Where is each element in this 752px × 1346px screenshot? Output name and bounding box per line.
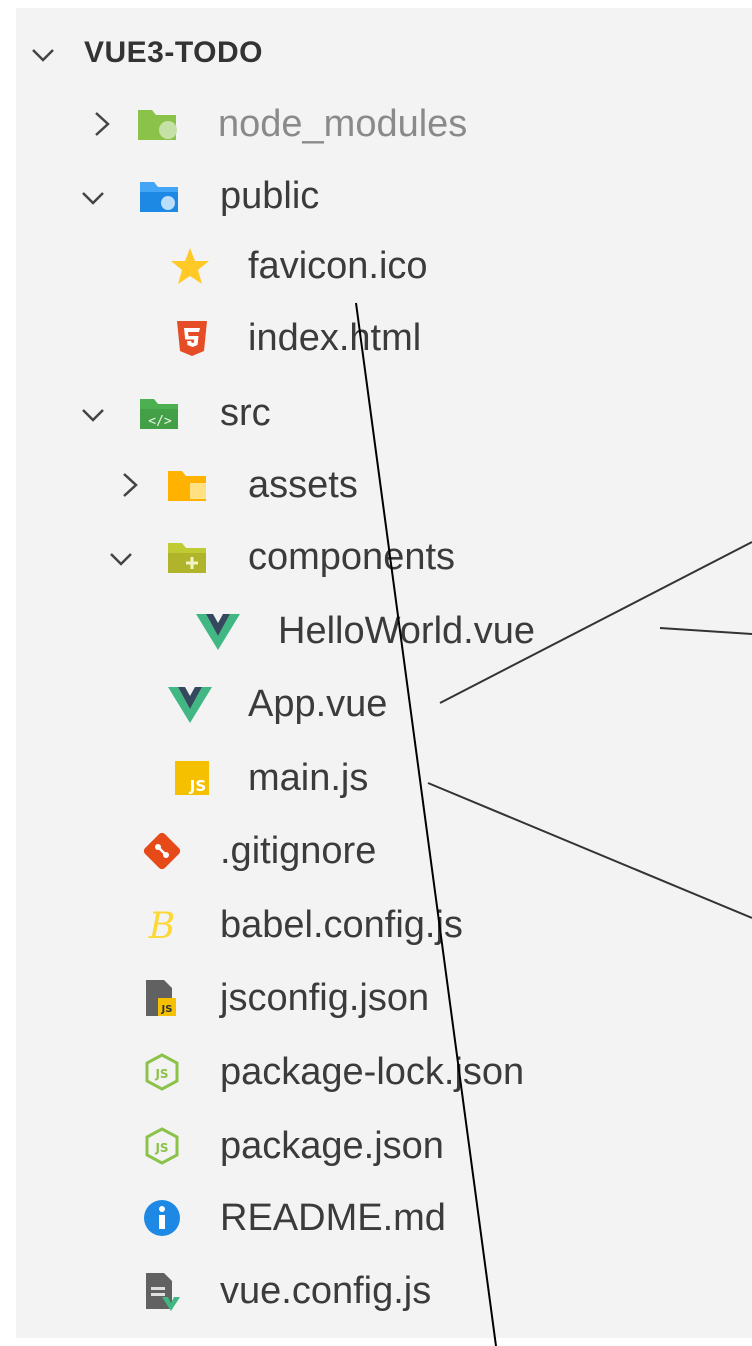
tree-item-label: README.md <box>220 1196 446 1239</box>
vue-icon <box>196 611 240 651</box>
chevron-right-icon[interactable] <box>88 109 114 139</box>
tree-item-components[interactable]: components <box>16 524 752 590</box>
jsconfig-icon: JS <box>140 978 184 1018</box>
tree-item-app-vue[interactable]: App.vue <box>16 671 752 737</box>
tree-item-vue-config[interactable]: vue.config.js <box>16 1258 752 1324</box>
babel-icon: B <box>140 905 184 945</box>
tree-item-index-html[interactable]: index.html <box>16 305 752 371</box>
chevron-down-icon[interactable] <box>30 40 56 70</box>
tree-item-label: index.html <box>248 316 422 359</box>
tree-item-package-json[interactable]: JS package.json <box>16 1113 752 1179</box>
components-folder-icon <box>166 537 210 577</box>
chevron-down-icon[interactable] <box>80 400 106 430</box>
svg-text:</>: </> <box>148 414 172 429</box>
tree-item-package-lock[interactable]: JS package-lock.json <box>16 1039 752 1105</box>
star-icon <box>168 246 212 286</box>
tree-item-babel-config[interactable]: B babel.config.js <box>16 892 752 958</box>
tree-item-src[interactable]: </> src <box>16 380 752 446</box>
tree-item-assets[interactable]: assets <box>16 452 752 518</box>
vue-icon <box>168 684 212 724</box>
nodejs-icon: JS <box>140 1126 184 1166</box>
tree-item-label: .gitignore <box>220 829 377 872</box>
tree-item-label: favicon.ico <box>248 244 428 287</box>
tree-item-helloworld-vue[interactable]: HelloWorld.vue <box>16 598 752 664</box>
tree-item-label: jsconfig.json <box>220 976 430 1019</box>
html5-icon <box>170 318 214 358</box>
tree-item-label: src <box>220 391 271 434</box>
root-folder-label: VUE3-TODO <box>84 36 263 69</box>
src-folder-icon: </> <box>138 393 182 433</box>
tree-item-jsconfig[interactable]: JS jsconfig.json <box>16 965 752 1031</box>
tree-item-label: babel.config.js <box>220 903 463 946</box>
tree-root-vue3-todo[interactable]: VUE3-TODO <box>16 20 752 86</box>
info-icon <box>140 1198 184 1238</box>
tree-item-readme[interactable]: README.md <box>16 1185 752 1251</box>
tree-item-public[interactable]: public <box>16 163 752 229</box>
git-icon <box>140 831 184 871</box>
chevron-down-icon[interactable] <box>108 544 134 574</box>
tree-item-gitignore[interactable]: .gitignore <box>16 818 752 884</box>
svg-text:JS: JS <box>154 1141 168 1155</box>
tree-item-label: public <box>220 174 320 217</box>
tree-item-main-js[interactable]: JS main.js <box>16 745 752 811</box>
tree-item-label: assets <box>248 463 358 506</box>
tree-item-label: package.json <box>220 1124 444 1167</box>
chevron-right-icon[interactable] <box>116 470 142 500</box>
tree-item-node-modules[interactable]: node_modules <box>16 91 752 157</box>
tree-item-label: package-lock.json <box>220 1050 525 1093</box>
nodejs-icon: JS <box>140 1052 184 1092</box>
tree-item-label: HelloWorld.vue <box>278 609 535 652</box>
js-icon: JS <box>170 758 214 798</box>
svg-text:B: B <box>148 906 175 945</box>
tree-item-label: node_modules <box>218 102 468 145</box>
tree-item-label: vue.config.js <box>220 1269 432 1312</box>
svg-text:JS: JS <box>154 1067 168 1081</box>
tree-item-label: components <box>248 535 456 578</box>
svg-text:JS: JS <box>161 1004 173 1015</box>
vue-config-icon <box>140 1271 184 1311</box>
explorer-panel: VUE3-TODO node_modules public favicon.ic… <box>16 8 752 1338</box>
node-folder-icon <box>136 104 180 144</box>
tree-item-favicon[interactable]: favicon.ico <box>16 233 752 299</box>
tree-item-label: App.vue <box>248 682 388 725</box>
chevron-down-icon[interactable] <box>80 183 106 213</box>
svg-text:JS: JS <box>189 777 206 795</box>
assets-folder-icon <box>166 465 210 505</box>
tree-item-label: main.js <box>248 756 369 799</box>
public-folder-icon <box>138 176 182 216</box>
